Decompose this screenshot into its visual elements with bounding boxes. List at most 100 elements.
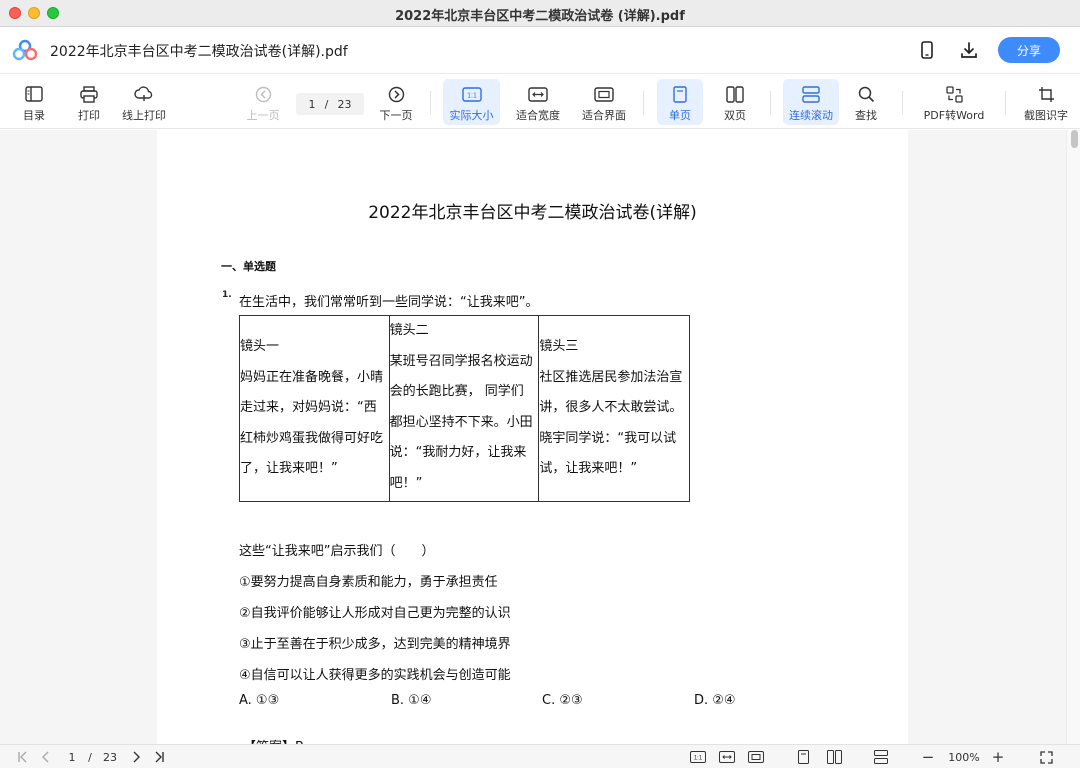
page-current: 1	[308, 97, 316, 111]
fit-width-icon[interactable]	[717, 749, 737, 765]
status-bar: 1 / 23 1:1 − 100% +	[0, 744, 1080, 768]
answer-text: 【答案】B	[243, 736, 304, 744]
continuous-scroll-icon	[802, 84, 820, 104]
app-header: 2022年北京丰台区中考二模政治试卷(详解).pdf 分享	[0, 27, 1080, 74]
convert-icon	[945, 84, 963, 104]
app-logo-icon	[12, 39, 38, 61]
status-page-total: 23	[103, 750, 117, 764]
double-page-button[interactable]: 双页	[714, 79, 756, 125]
printer-icon	[80, 84, 98, 104]
next-page-icon[interactable]	[128, 749, 144, 765]
single-page-label: 单页	[669, 109, 691, 122]
prev-page-button[interactable]: 上一页	[243, 79, 283, 125]
sidebar-icon	[25, 84, 43, 104]
table-line: 都担心坚持不下来。小田	[389, 414, 533, 430]
question-prompt: 这些“让我来吧”启示我们（ ）	[239, 544, 435, 559]
actual-size-icon-text: 1:1	[467, 92, 477, 99]
print-button[interactable]: 打印	[70, 79, 108, 125]
vertical-scrollbar[interactable]	[1066, 130, 1080, 744]
table-line: 妈妈正在准备晚餐，小晴	[240, 369, 384, 385]
status-page-separator: /	[88, 750, 92, 764]
continuous-scroll-button[interactable]: 连续滚动	[783, 79, 839, 125]
table-line: 镜头三	[539, 339, 579, 354]
pdf-to-word-label: PDF转Word	[923, 109, 985, 122]
status-page-current[interactable]: 1	[64, 749, 80, 765]
table-line: 镜头二	[389, 323, 429, 338]
table-line: 讲，很多人不太敢尝试。	[539, 400, 683, 415]
fit-width-button[interactable]: 适合宽度	[512, 79, 564, 125]
double-page-label: 双页	[724, 109, 746, 122]
document-heading: 2022年北京丰台区中考二模政治试卷(详解)	[368, 203, 697, 223]
single-page-button[interactable]: 单页	[657, 79, 703, 125]
scrollbar-thumb[interactable]	[1071, 130, 1078, 148]
table-line: 红柿炒鸡蛋我做得可好吃	[240, 430, 384, 446]
fit-page-icon[interactable]	[746, 749, 766, 765]
online-print-button[interactable]: 线上打印	[118, 79, 170, 125]
toc-label: 目录	[23, 109, 45, 122]
question-text: 在生活中，我们常常听到一些同学说：“让我来吧”。	[239, 295, 539, 310]
actual-size-label: 实际大小	[449, 109, 494, 122]
fit-page-label: 适合界面	[582, 109, 626, 122]
actual-size-icon-text: 1:1	[694, 756, 703, 762]
table-line: 说：“我耐力好，让我来	[389, 445, 527, 460]
download-icon[interactable]	[958, 39, 980, 61]
toc-button[interactable]: 目录	[14, 79, 54, 125]
single-page-icon[interactable]	[793, 749, 813, 765]
double-page-icon	[726, 84, 744, 104]
viewer-toolbar: 目录 打印 线上打印 上一页 1 / 23 下一页 1:1 实际大小 适合宽度 …	[0, 75, 1080, 129]
last-page-icon[interactable]	[150, 749, 168, 765]
question-table: 镜头一 妈妈正在准备晚餐，小晴 走过来，对妈妈说：“西 红柿炒鸡蛋我做得可好吃 …	[239, 315, 690, 502]
toolbar-divider	[902, 91, 903, 115]
fit-page-button[interactable]: 适合界面	[578, 79, 630, 125]
ocr-button[interactable]: 截图识字	[1018, 79, 1074, 125]
mobile-icon[interactable]	[916, 39, 938, 61]
table-line: 了，让我来吧！”	[240, 461, 338, 476]
toolbar-divider	[643, 91, 644, 115]
statement: ①要努力提高自身素质和能力，勇于承担责任	[239, 575, 498, 590]
first-page-icon[interactable]	[14, 749, 32, 765]
continuous-scroll-icon[interactable]	[871, 749, 891, 765]
chevron-left-circle-icon	[255, 84, 272, 104]
zoom-out-button[interactable]: −	[918, 748, 938, 766]
actual-size-button[interactable]: 1:1 实际大小	[443, 79, 500, 125]
cloud-icon	[134, 84, 154, 104]
find-label: 查找	[855, 109, 877, 122]
zoom-level[interactable]: 100%	[942, 749, 986, 765]
pdf-to-word-button[interactable]: PDF转Word	[918, 79, 990, 125]
window-title: 2022年北京丰台区中考二模政治试卷 (详解).pdf	[395, 9, 685, 24]
online-print-label: 线上打印	[122, 109, 166, 122]
search-icon	[858, 84, 875, 104]
prev-page-label: 上一页	[246, 109, 280, 122]
next-page-button[interactable]: 下一页	[376, 79, 416, 125]
option-d: D. ②④	[694, 693, 736, 708]
table-line: 社区推选居民参加法治宣	[539, 369, 683, 385]
actual-size-icon[interactable]: 1:1	[688, 749, 708, 765]
toolbar-divider	[770, 91, 771, 115]
table-line: 吧！”	[389, 475, 423, 491]
zoom-in-button[interactable]: +	[988, 748, 1008, 766]
next-page-label: 下一页	[379, 109, 413, 122]
document-viewport[interactable]: 2022年北京丰台区中考二模政治试卷(详解) 一、单选题 1. 在生活中，我们常…	[0, 130, 1080, 744]
fit-page-icon	[594, 84, 614, 104]
fullscreen-icon[interactable]	[1036, 749, 1056, 765]
statement: ④自信可以让人获得更多的实践机会与创造可能	[239, 668, 511, 683]
statement: ②自我评价能够让人形成对自己更为完整的认识	[239, 606, 511, 621]
pdf-page: 2022年北京丰台区中考二模政治试卷(详解) 一、单选题 1. 在生活中，我们常…	[157, 130, 908, 744]
chevron-right-circle-icon	[388, 84, 405, 104]
toolbar-divider	[1005, 91, 1006, 115]
prev-page-icon[interactable]	[38, 749, 54, 765]
table-cell: 镜头二 某班号召同学报名校运动 会的长跑比赛， 同学们 都担心坚持不下来。小田 …	[390, 316, 540, 501]
table-line: 走过来，对妈妈说：“西	[240, 400, 377, 415]
share-button[interactable]: 分享	[998, 37, 1060, 63]
print-label: 打印	[78, 109, 100, 122]
table-line: 会的长跑比赛， 同学们	[389, 384, 524, 399]
single-page-icon	[673, 84, 687, 104]
statement: ③止于至善在于积少成多，达到完美的精神境界	[239, 637, 511, 652]
find-button[interactable]: 查找	[846, 79, 886, 125]
page-number-input[interactable]: 1 / 23	[296, 93, 364, 115]
toolbar-divider	[430, 91, 431, 115]
table-cell: 镜头三 社区推选居民参加法治宣 讲，很多人不太敢尝试。 晓宇同学说：“我可以试 …	[539, 316, 689, 501]
page-total: 23	[337, 97, 352, 111]
option-a: A. ①③	[239, 693, 280, 708]
double-page-icon[interactable]	[823, 749, 845, 765]
